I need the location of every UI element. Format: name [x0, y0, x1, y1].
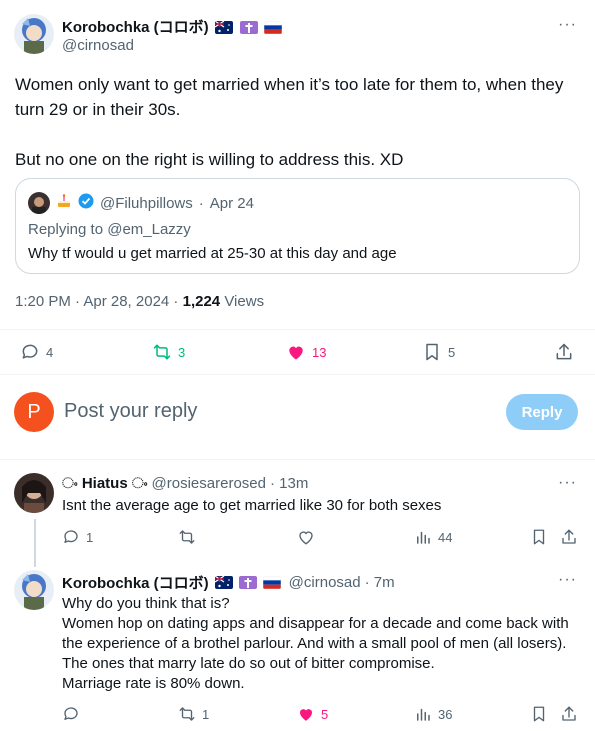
- retweet-count: 1: [202, 706, 210, 722]
- like-action[interactable]: [297, 528, 321, 546]
- more-options-icon[interactable]: ···: [558, 571, 577, 589]
- quote-avatar: [28, 192, 50, 214]
- tweet-text-line: But no one on the right is willing to ad…: [15, 150, 404, 169]
- view-count: 36: [438, 706, 453, 722]
- analytics-icon: [414, 705, 432, 723]
- retweet-icon: [178, 528, 196, 546]
- australia-flag-icon: [215, 21, 234, 34]
- reply-header: ං Hiatus ං @rosiesarerosed · 13m: [62, 475, 308, 492]
- reply-count: 1: [86, 529, 94, 545]
- bookmark-icon: [530, 705, 548, 723]
- reply-text-line: Marriage rate is 80% down.: [62, 675, 245, 692]
- reply-author-handle[interactable]: @rosiesarerosed: [152, 475, 266, 492]
- tweet-text-line: turn 29 or in their 30s.: [15, 100, 181, 119]
- analytics-icon: [414, 528, 432, 546]
- like-action[interactable]: 13: [286, 342, 326, 362]
- bookmark-icon: [530, 528, 548, 546]
- reply-text: Isnt the average age to get married like…: [62, 496, 441, 516]
- share-action[interactable]: [560, 705, 578, 723]
- retweet-icon: [178, 705, 196, 723]
- author-name[interactable]: Korobochka (コロボ): [62, 19, 209, 36]
- tweet-meta: 1:20 PM · Apr 28, 2024 · 1,224 Views: [15, 293, 264, 310]
- reply-time[interactable]: · 13m: [270, 475, 308, 492]
- share-action[interactable]: [560, 528, 578, 546]
- quote-header: @Filuhpillows · Apr 24: [28, 192, 254, 214]
- quote-replying-to: Replying to @em_Lazzy: [28, 221, 191, 238]
- reply-action[interactable]: 4: [20, 342, 53, 362]
- heart-icon: [297, 528, 315, 546]
- cross-icon: [239, 21, 258, 34]
- reply-text-line: the experience of a brothel parlour. And…: [62, 635, 567, 652]
- views-action[interactable]: 36: [414, 705, 452, 723]
- author-avatar[interactable]: [14, 14, 54, 54]
- heart-filled-icon: [297, 705, 315, 723]
- views-label: Views: [224, 293, 265, 310]
- views-count: 1,224: [182, 293, 221, 310]
- cake-emoji-icon: [56, 193, 72, 213]
- reply-button[interactable]: Reply: [506, 394, 578, 430]
- bookmark-action[interactable]: [530, 705, 548, 723]
- reply-author-name[interactable]: Korobochka (コロボ): [62, 572, 209, 593]
- retweet-action[interactable]: 1: [178, 705, 209, 723]
- reply-input[interactable]: Post your reply: [64, 400, 197, 423]
- divider: [0, 459, 595, 460]
- more-options-icon[interactable]: ···: [558, 16, 577, 34]
- more-options-icon[interactable]: ···: [558, 474, 577, 492]
- like-count: 5: [321, 706, 329, 722]
- tweet-text: Women only want to get married when it’s…: [15, 72, 580, 172]
- quoted-tweet[interactable]: @Filuhpillows · Apr 24 Replying to @em_L…: [15, 178, 580, 274]
- reply-author-handle[interactable]: @cirnosad: [289, 574, 361, 591]
- divider: [0, 374, 595, 375]
- thread-line: [34, 519, 36, 567]
- reply-header: Korobochka (コロボ) @cirnosad · 7m: [62, 572, 395, 593]
- retweet-action[interactable]: 3: [152, 342, 185, 362]
- user-avatar[interactable]: P: [14, 392, 54, 432]
- reply-text-line: Why do you think that is?: [62, 595, 230, 612]
- reply-icon: [62, 705, 80, 723]
- russia-flag-icon: [264, 21, 283, 34]
- author-handle[interactable]: @cirnosad: [62, 37, 134, 54]
- russia-flag-icon: [262, 576, 281, 589]
- reply-action[interactable]: 1: [62, 528, 93, 546]
- view-count: 44: [438, 529, 453, 545]
- heart-filled-icon: [286, 342, 306, 362]
- like-action[interactable]: 5: [297, 705, 328, 723]
- retweet-count: 3: [178, 344, 186, 360]
- bookmark-action[interactable]: 5: [422, 342, 455, 362]
- divider: [0, 329, 595, 330]
- reply-author-avatar[interactable]: [14, 570, 54, 610]
- reply-author-name[interactable]: ං Hiatus ං: [62, 475, 148, 492]
- cross-icon: [238, 576, 257, 589]
- reply-icon: [62, 528, 80, 546]
- share-icon: [554, 342, 574, 362]
- quote-handle[interactable]: @Filuhpillows: [100, 195, 193, 212]
- bookmark-icon: [422, 342, 442, 362]
- share-icon: [560, 705, 578, 723]
- reply-count: 4: [46, 344, 54, 360]
- reply-author-avatar[interactable]: [14, 473, 54, 513]
- reply-time[interactable]: · 7m: [365, 574, 395, 591]
- views-action[interactable]: 44: [414, 528, 452, 546]
- bookmark-action[interactable]: [530, 528, 548, 546]
- author-name-row[interactable]: Korobochka (コロボ): [62, 16, 283, 37]
- reply-text-line: The ones that marry late do so out of bi…: [62, 655, 435, 672]
- reply-icon: [20, 342, 40, 362]
- share-icon: [560, 528, 578, 546]
- like-count: 13: [312, 344, 327, 360]
- verified-badge-icon: [78, 193, 94, 213]
- retweet-icon: [152, 342, 172, 362]
- tweet-text-line: Women only want to get married when it’s…: [15, 75, 564, 94]
- quote-date: Apr 24: [209, 194, 254, 212]
- australia-flag-icon: [214, 576, 233, 589]
- quote-text: Why tf would u get married at 25-30 at t…: [28, 245, 397, 262]
- reply-action[interactable]: [62, 705, 86, 723]
- tweet-timestamp[interactable]: 1:20 PM · Apr 28, 2024 ·: [15, 293, 178, 310]
- retweet-action[interactable]: [178, 528, 202, 546]
- reply-text-line: Isnt the average age to get married like…: [62, 497, 442, 514]
- share-action[interactable]: [554, 342, 574, 362]
- reply-text-line: Women hop on dating apps and disappear f…: [62, 615, 569, 632]
- bookmark-count: 5: [448, 344, 456, 360]
- reply-text: Why do you think that is? Women hop on d…: [62, 594, 582, 694]
